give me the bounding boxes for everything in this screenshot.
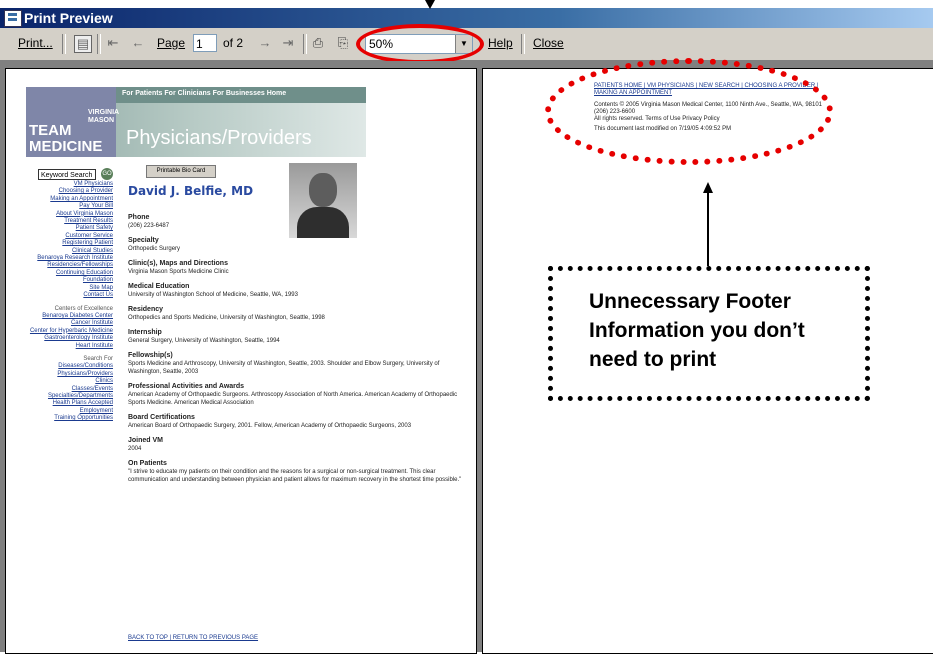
left-nav-link: Gastroenterology Institute bbox=[44, 335, 113, 342]
left-nav-link: Health Plans Accepted bbox=[52, 400, 113, 407]
bio-section-heading: Professional Activities and Awards bbox=[128, 383, 245, 390]
bio-section-heading: Fellowship(s) bbox=[128, 352, 173, 359]
bio-section-heading: Joined VM bbox=[128, 437, 164, 444]
toolbar-separator bbox=[62, 34, 66, 54]
bio-section-heading: Specialty bbox=[128, 237, 159, 244]
left-nav-link: Cancer Institute bbox=[70, 320, 113, 327]
bio-section-heading: Phone bbox=[128, 214, 150, 221]
bio-section-text: Sports Medicine and Arthroscopy, Univers… bbox=[128, 361, 440, 375]
left-nav-link: Benaroya Research Institute bbox=[37, 255, 113, 262]
bio-section-text: (206) 223-6487 bbox=[128, 223, 170, 229]
site-banner: VIRGINIA MASON TEAM MEDICINE For Patient… bbox=[26, 87, 366, 157]
left-nav-link: Clinical Studies bbox=[71, 247, 113, 254]
print-button[interactable]: Print... bbox=[18, 36, 53, 50]
first-page-icon[interactable]: ⇤ bbox=[105, 35, 121, 51]
left-nav-link: Registering Patient bbox=[62, 240, 113, 247]
left-nav-link: Training Opportunities bbox=[54, 415, 113, 422]
left-nav-link: Continuing Education bbox=[55, 269, 113, 276]
left-nav-link: Residencies/Fellowships bbox=[47, 262, 113, 269]
left-nav-link: Physicians/Providers bbox=[57, 370, 113, 377]
landscape-layout-icon[interactable]: ⎘ bbox=[335, 35, 351, 51]
help-button[interactable]: Help bbox=[488, 36, 513, 50]
left-nav-link: Specialties/Departments bbox=[47, 392, 113, 399]
page-label: Page bbox=[157, 36, 186, 50]
left-nav-link: VM Physicians bbox=[73, 181, 113, 187]
printable-bio-button: Printable Bio Card bbox=[146, 165, 216, 178]
bio-section-text: 2004 bbox=[128, 446, 142, 452]
window-title: Print Preview bbox=[24, 10, 113, 26]
toolbar-separator bbox=[521, 34, 525, 54]
page-heading: Physicians/Providers bbox=[126, 127, 312, 149]
bio-section-text: Orthopedic Surgery bbox=[128, 246, 181, 252]
go-button: GO bbox=[101, 168, 113, 180]
bio-section-heading: Medical Education bbox=[128, 283, 190, 290]
toolbar-separator bbox=[303, 34, 307, 54]
print-preview-icon bbox=[4, 10, 22, 27]
left-nav: VM Physicians Choosing a Provider Making a… bbox=[16, 181, 113, 423]
bio-section-text: Orthopedics and Sports Medicine, Univers… bbox=[128, 315, 325, 321]
left-nav-link: About Virginia Mason bbox=[56, 210, 113, 217]
left-nav-link: Heart Institute bbox=[75, 342, 113, 349]
pointer-arrow-icon bbox=[425, 0, 435, 9]
left-nav-link: Treatment Results bbox=[64, 218, 113, 225]
left-nav-heading: Centers of Excellence bbox=[54, 305, 113, 312]
page-setup-icon[interactable]: ▤ bbox=[74, 35, 92, 53]
previous-page-icon[interactable]: ← bbox=[130, 35, 146, 51]
window-titlebar: Print Preview bbox=[0, 8, 933, 28]
bio-section-heading: Residency bbox=[128, 306, 164, 313]
keyword-search-field: Keyword Search bbox=[38, 169, 96, 180]
left-nav-link: Making an Appointment bbox=[50, 195, 113, 202]
portrait-layout-icon[interactable]: ⎙ bbox=[310, 35, 326, 51]
logo-line-1: TEAM bbox=[29, 122, 72, 139]
bio-section-text: University of Washington School of Medic… bbox=[128, 292, 298, 298]
bio-body: Phone (206) 223-6487 Specialty Orthopedic S… bbox=[128, 207, 468, 484]
bio-section-text: "I strive to educate my patients on thei… bbox=[128, 469, 462, 483]
bio-section-heading: Board Certifications bbox=[128, 414, 195, 421]
left-nav-heading: Search For bbox=[83, 355, 113, 362]
left-nav-link: Benaroya Diabetes Center bbox=[42, 312, 113, 319]
page-count-label: of 2 bbox=[223, 36, 244, 50]
footer-highlight-ellipse bbox=[545, 58, 833, 165]
logo-line-2: MEDICINE bbox=[29, 138, 103, 155]
preview-page-1: VIRGINIA MASON TEAM MEDICINE For Patient… bbox=[5, 68, 477, 654]
site-nav: For Patients For Clinicians For Business… bbox=[122, 90, 287, 97]
left-nav-link: Employment bbox=[79, 407, 113, 414]
left-nav-link: Patient Safety bbox=[75, 225, 113, 232]
left-nav-link: Pay Your Bill bbox=[79, 203, 113, 210]
bio-section-text: General Surgery, University of Washingto… bbox=[128, 338, 280, 344]
close-button[interactable]: Close bbox=[533, 36, 564, 50]
back-to-top-link: BACK TO TOP | RETURN TO PREVIOUS PAGE bbox=[128, 635, 259, 641]
annotation-callout: Unnecessary Footer Information you don’t… bbox=[548, 266, 870, 401]
logo: VIRGINIA MASON TEAM MEDICINE bbox=[26, 87, 119, 157]
left-nav-link: Site Map bbox=[89, 284, 113, 291]
left-nav-link: Customer Service bbox=[65, 232, 113, 239]
bio-section-text: American Board of Orthopaedic Surgery, 2… bbox=[128, 423, 412, 429]
bio-section-heading: Internship bbox=[128, 329, 162, 336]
left-nav-link: Foundation bbox=[82, 277, 113, 284]
callout-text: Unnecessary Footer Information you don’t… bbox=[589, 290, 805, 371]
bio-section-text: Virginia Mason Sports Medicine Clinic bbox=[128, 269, 229, 275]
left-nav-link: Contact Us bbox=[83, 292, 113, 299]
logo-small-text: VIRGINIA MASON bbox=[88, 109, 119, 124]
zoom-highlight-oval bbox=[356, 24, 484, 64]
next-page-icon[interactable]: → bbox=[257, 35, 273, 51]
bio-section-text: American Academy of Orthopaedic Surgeons… bbox=[128, 392, 458, 406]
left-nav-link: Classes/Events bbox=[71, 385, 113, 392]
callout-arrow-shaft bbox=[707, 192, 709, 268]
doctor-name: David J. Belfie, MD bbox=[128, 184, 254, 198]
bio-section-heading: Clinic(s), Maps and Directions bbox=[128, 260, 228, 267]
left-nav-link: Center for Hyperbaric Medicine bbox=[29, 327, 113, 334]
toolbar-separator bbox=[97, 34, 101, 54]
last-page-icon[interactable]: ⇥ bbox=[280, 35, 296, 51]
left-nav-link: Choosing a Provider bbox=[58, 188, 113, 195]
left-nav-link: Clinics bbox=[95, 378, 113, 385]
bio-section-heading: On Patients bbox=[128, 460, 167, 467]
left-nav-link: Diseases/Conditions bbox=[58, 363, 113, 370]
page-number-input[interactable]: 1 bbox=[193, 34, 217, 52]
